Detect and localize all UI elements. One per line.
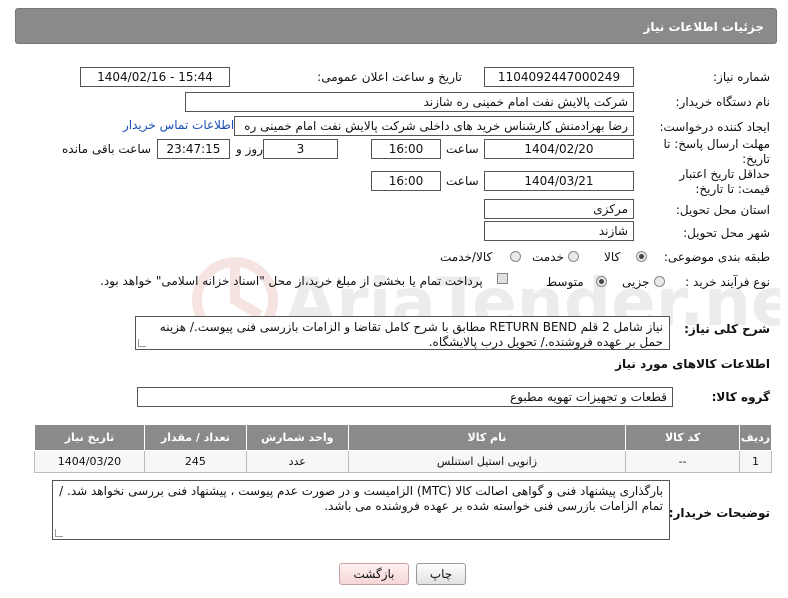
category-option-service: خدمت xyxy=(532,250,564,264)
cell-qty: 245 xyxy=(143,450,247,473)
cell-code: -- xyxy=(625,450,741,473)
province-label: استان محل تحویل: xyxy=(675,203,770,217)
remaining-label: ساعت باقی مانده xyxy=(62,142,152,156)
description-textarea[interactable]: نیاز شامل 2 قلم RETURN BEND مطابق با شرح… xyxy=(135,316,670,350)
validity-time-label: ساعت xyxy=(446,174,479,188)
category-radio-goods-service[interactable] xyxy=(510,251,521,262)
reply-time-field: 16:00 xyxy=(371,139,441,159)
category-radio-goods[interactable] xyxy=(636,251,647,262)
creator-label: ایجاد کننده درخواست: xyxy=(659,120,770,134)
cell-row: 1 xyxy=(739,450,772,473)
reply-time-label: ساعت xyxy=(446,142,479,156)
cell-name: زانویی استیل استنلس xyxy=(347,450,627,473)
category-option-goods: کالا xyxy=(604,250,621,264)
table-header-row: ردیف کد کالا نام کالا واحد شمارش تعداد /… xyxy=(34,424,772,451)
need-number-label: شماره نیاز: xyxy=(713,70,770,84)
payment-note: پرداخت تمام یا بخشی از مبلغ خرید،از محل … xyxy=(100,274,483,288)
goods-group-field: قطعات و تجهیزات تهویه مطبوع xyxy=(137,387,673,407)
col-header-code: کد کالا xyxy=(625,424,741,451)
creator-field: رضا بهزادمنش کارشناس خرید های داخلی شرکت… xyxy=(234,116,634,136)
col-header-name: نام کالا xyxy=(347,424,627,451)
table-row: 1 -- زانویی استیل استنلس عدد 245 1404/03… xyxy=(34,450,772,473)
buyer-org-field: شرکت پالایش نفت امام خمینی ره شازند xyxy=(185,92,634,112)
buyer-org-label: نام دستگاه خریدار: xyxy=(675,95,771,109)
description-text: نیاز شامل 2 قلم RETURN BEND مطابق با شرح… xyxy=(159,320,663,349)
col-header-unit: واحد شمارش xyxy=(245,424,349,451)
col-header-row: ردیف xyxy=(739,424,772,451)
process-option-medium: متوسط xyxy=(546,275,584,289)
announce-label: تاریخ و ساعت اعلان عمومی: xyxy=(317,70,462,84)
remaining-time-field: 23:47:15 xyxy=(157,139,230,159)
print-button[interactable]: چاپ xyxy=(416,563,466,585)
city-field: شازند xyxy=(484,221,634,241)
category-option-goods-service: کالا/خدمت xyxy=(440,250,493,264)
days-field: 3 xyxy=(263,139,338,159)
reply-date-field: 1404/02/20 xyxy=(484,139,634,159)
cell-date: 1404/03/20 xyxy=(34,450,145,473)
days-label: روز و xyxy=(236,142,263,156)
city-label: شهر محل تحویل: xyxy=(683,226,770,240)
category-radio-service[interactable] xyxy=(568,251,579,262)
resize-grip-icon[interactable] xyxy=(138,339,146,347)
validity-time-field: 16:00 xyxy=(371,171,441,191)
buyer-notes-label: توضیحات خریدار: xyxy=(668,506,770,520)
process-radio-medium[interactable] xyxy=(596,276,607,287)
payment-checkbox[interactable] xyxy=(497,273,508,284)
goods-group-label: گروه کالا: xyxy=(711,390,770,404)
page-title: جزئیات اطلاعات نیاز xyxy=(643,20,764,34)
resize-grip-icon[interactable] xyxy=(55,529,63,537)
reply-deadline-label: مهلت ارسال پاسخ: تا تاریخ: xyxy=(663,137,770,166)
col-header-date: تاریخ نیاز xyxy=(34,424,145,451)
buyer-notes-text: بارگذاری پیشنهاد فنی و گواهی اصالت کالا … xyxy=(59,484,663,513)
panel-header: جزئیات اطلاعات نیاز xyxy=(15,8,777,44)
province-field: مرکزی xyxy=(484,199,634,219)
description-label: شرح کلی نیاز: xyxy=(684,322,770,336)
need-number-field: 1104092447000249 xyxy=(484,67,634,87)
buyer-notes-textarea[interactable]: بارگذاری پیشنهاد فنی و گواهی اصالت کالا … xyxy=(52,480,670,540)
process-radio-minor[interactable] xyxy=(654,276,665,287)
back-button[interactable]: بازگشت xyxy=(339,563,409,585)
announce-field: 1404/02/16 - 15:44 xyxy=(80,67,230,87)
category-label: طبقه بندی موضوعی: xyxy=(663,250,770,264)
buyer-contact-link[interactable]: اطلاعات تماس خریدار xyxy=(123,118,234,132)
process-option-minor: جزیی xyxy=(622,275,650,289)
cell-unit: عدد xyxy=(245,450,349,473)
goods-section-title: اطلاعات کالاهای مورد نیاز xyxy=(615,357,770,371)
price-validity-label: حداقل تاریخ اعتبار قیمت: تا تاریخ: xyxy=(679,167,770,196)
validity-date-field: 1404/03/21 xyxy=(484,171,634,191)
items-table: ردیف کد کالا نام کالا واحد شمارش تعداد /… xyxy=(34,424,772,473)
process-label: نوع فرآیند خرید : xyxy=(685,275,770,289)
col-header-qty: تعداد / مقدار xyxy=(143,424,247,451)
